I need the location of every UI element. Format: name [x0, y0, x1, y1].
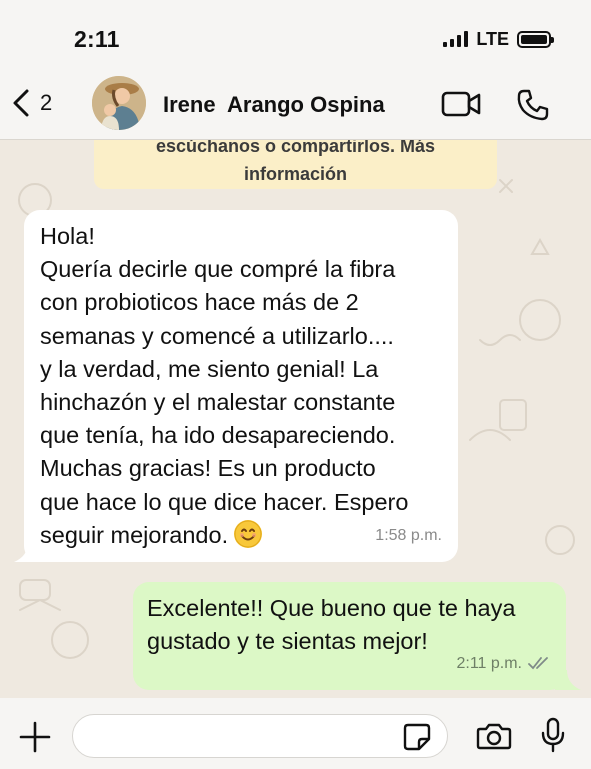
encryption-notice[interactable]: escúchanos o compartirlos. Más informaci…: [94, 140, 497, 189]
message-line: que tenía, ha ido desapareciendo.: [40, 422, 396, 449]
incoming-message[interactable]: Hola! Quería decirle que compré la fibra…: [24, 210, 458, 562]
microphone-button[interactable]: [540, 717, 566, 758]
battery-icon: [517, 30, 554, 48]
avatar[interactable]: [92, 76, 146, 130]
signal-icon: [443, 31, 469, 47]
chevron-left-icon: [13, 89, 29, 117]
message-line: Hola!: [40, 223, 95, 249]
notice-line-1: escúchanos o compartirlos. Más: [155, 140, 436, 156]
message-meta: 2:11 p.m.: [456, 647, 552, 680]
status-time: 2:11: [74, 26, 120, 52]
unread-count: 2: [40, 90, 53, 115]
video-call-button[interactable]: [441, 90, 483, 123]
message-line: Muchas gracias! Es un producto: [40, 455, 376, 482]
double-check-icon: [528, 657, 548, 670]
camera-icon: [476, 723, 512, 750]
message-text: seguir mejorando.: [40, 521, 229, 548]
message-line: semanas y comencé a utilizarlo....: [40, 322, 394, 349]
plus-icon: [19, 721, 51, 753]
message-line: con probioticos hace más de 2: [40, 289, 359, 316]
back-button[interactable]: 2: [10, 88, 52, 118]
message-line: Quería decirle que compré la fibra: [40, 256, 396, 283]
chat-area[interactable]: escúchanos o compartirlos. Más informaci…: [0, 140, 591, 698]
network-label: LTE: [476, 28, 509, 49]
chat-header: 2 Irene Arango Ospina: [0, 68, 591, 140]
message-line: hinchazón y el malestar constante: [40, 389, 396, 416]
video-camera-icon: [441, 91, 481, 117]
message-timestamp: 2:11 p.m.: [456, 654, 522, 672]
status-bar: 2:11 LTE: [0, 0, 591, 68]
sticker-icon: [403, 723, 431, 751]
camera-button[interactable]: [476, 721, 512, 756]
voice-call-button[interactable]: [516, 88, 550, 127]
attach-button[interactable]: [18, 720, 52, 759]
message-line: Excelente!! Que bueno que te haya: [147, 595, 516, 621]
outgoing-message[interactable]: Excelente!! Que bueno que te haya gustad…: [133, 582, 566, 690]
smiling-face-emoji-icon: [234, 519, 263, 548]
status-indicators: LTE: [443, 28, 554, 50]
sticker-button[interactable]: [402, 722, 432, 757]
avatar-illustration: [92, 76, 146, 130]
message-composer: [0, 698, 591, 769]
message-line: que hace lo que dice hacer. Espero: [40, 488, 409, 515]
message-line: y la verdad, me siento genial! La: [40, 355, 379, 382]
notice-link[interactable]: información: [94, 160, 497, 188]
message-input[interactable]: [72, 714, 448, 758]
contact-name[interactable]: Irene Arango Ospina: [163, 92, 385, 118]
message-timestamp: 1:58 p.m.: [375, 526, 442, 544]
microphone-icon: [541, 717, 565, 753]
phone-icon: [517, 89, 549, 121]
